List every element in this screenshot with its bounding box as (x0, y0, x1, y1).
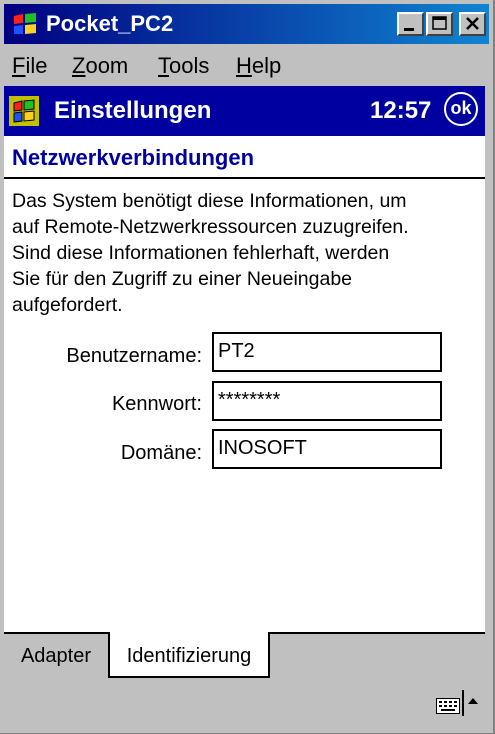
emulator-window: Pocket_PC2 File Zoom Tools Help Einstell… (0, 0, 495, 734)
info-text: Das System benötigt diese Informationen,… (12, 188, 480, 318)
maximize-button[interactable] (426, 12, 453, 36)
maximize-icon (432, 16, 447, 30)
navigation-bar: Einstellungen 12:57 ok (4, 86, 485, 136)
menu-tools[interactable]: Tools (158, 54, 209, 78)
info-line: aufgefordert. (12, 294, 123, 316)
navbar-title: Einstellungen (54, 97, 212, 124)
page-title: Netzwerkverbindungen (12, 145, 255, 170)
close-button[interactable] (459, 12, 486, 36)
info-line: auf Remote-Netzwerkressourcen zuzugreife… (12, 216, 409, 238)
minimize-icon (404, 28, 414, 31)
command-bar (4, 678, 485, 726)
clock[interactable]: 12:57 (370, 98, 431, 124)
arrow-up-icon[interactable] (466, 696, 480, 706)
windows-start-icon[interactable] (8, 95, 40, 127)
domain-field[interactable]: INOSOFT (212, 429, 442, 469)
menu-bar: File Zoom Tools Help (4, 46, 489, 86)
window-title: Pocket_PC2 (46, 11, 174, 36)
menu-help[interactable]: Help (236, 54, 281, 78)
device-screen: Einstellungen 12:57 ok Netzwerkverbindun… (4, 86, 485, 726)
windows-flag-icon (14, 13, 36, 34)
ok-button[interactable]: ok (444, 92, 478, 126)
info-line: Sie für den Zugriff zu einer Neueingabe (12, 268, 353, 290)
menu-file[interactable]: File (12, 54, 47, 78)
password-label: Kennwort: (111, 393, 202, 415)
menu-zoom[interactable]: Zoom (72, 54, 128, 78)
tab-identifizierung[interactable]: Identifizierung (110, 632, 270, 678)
username-field[interactable]: PT2 (212, 332, 442, 372)
close-icon (466, 17, 479, 30)
page-heading: Netzwerkverbindungen (4, 136, 485, 179)
sip-separator (462, 690, 464, 716)
password-field[interactable]: ******** (212, 381, 442, 421)
keyboard-icon[interactable] (436, 698, 460, 714)
tab-adapter[interactable]: Adapter (4, 632, 110, 678)
username-label: Benutzername: (66, 345, 202, 367)
tab-bar: Adapter Identifizierung (4, 632, 485, 678)
minimize-button[interactable] (397, 12, 424, 36)
title-bar: Pocket_PC2 (4, 4, 489, 44)
domain-label: Domäne: (120, 442, 202, 464)
info-line: Das System benötigt diese Informationen,… (12, 190, 407, 212)
info-line: Sind diese Informationen fehlerhaft, wer… (12, 242, 390, 264)
